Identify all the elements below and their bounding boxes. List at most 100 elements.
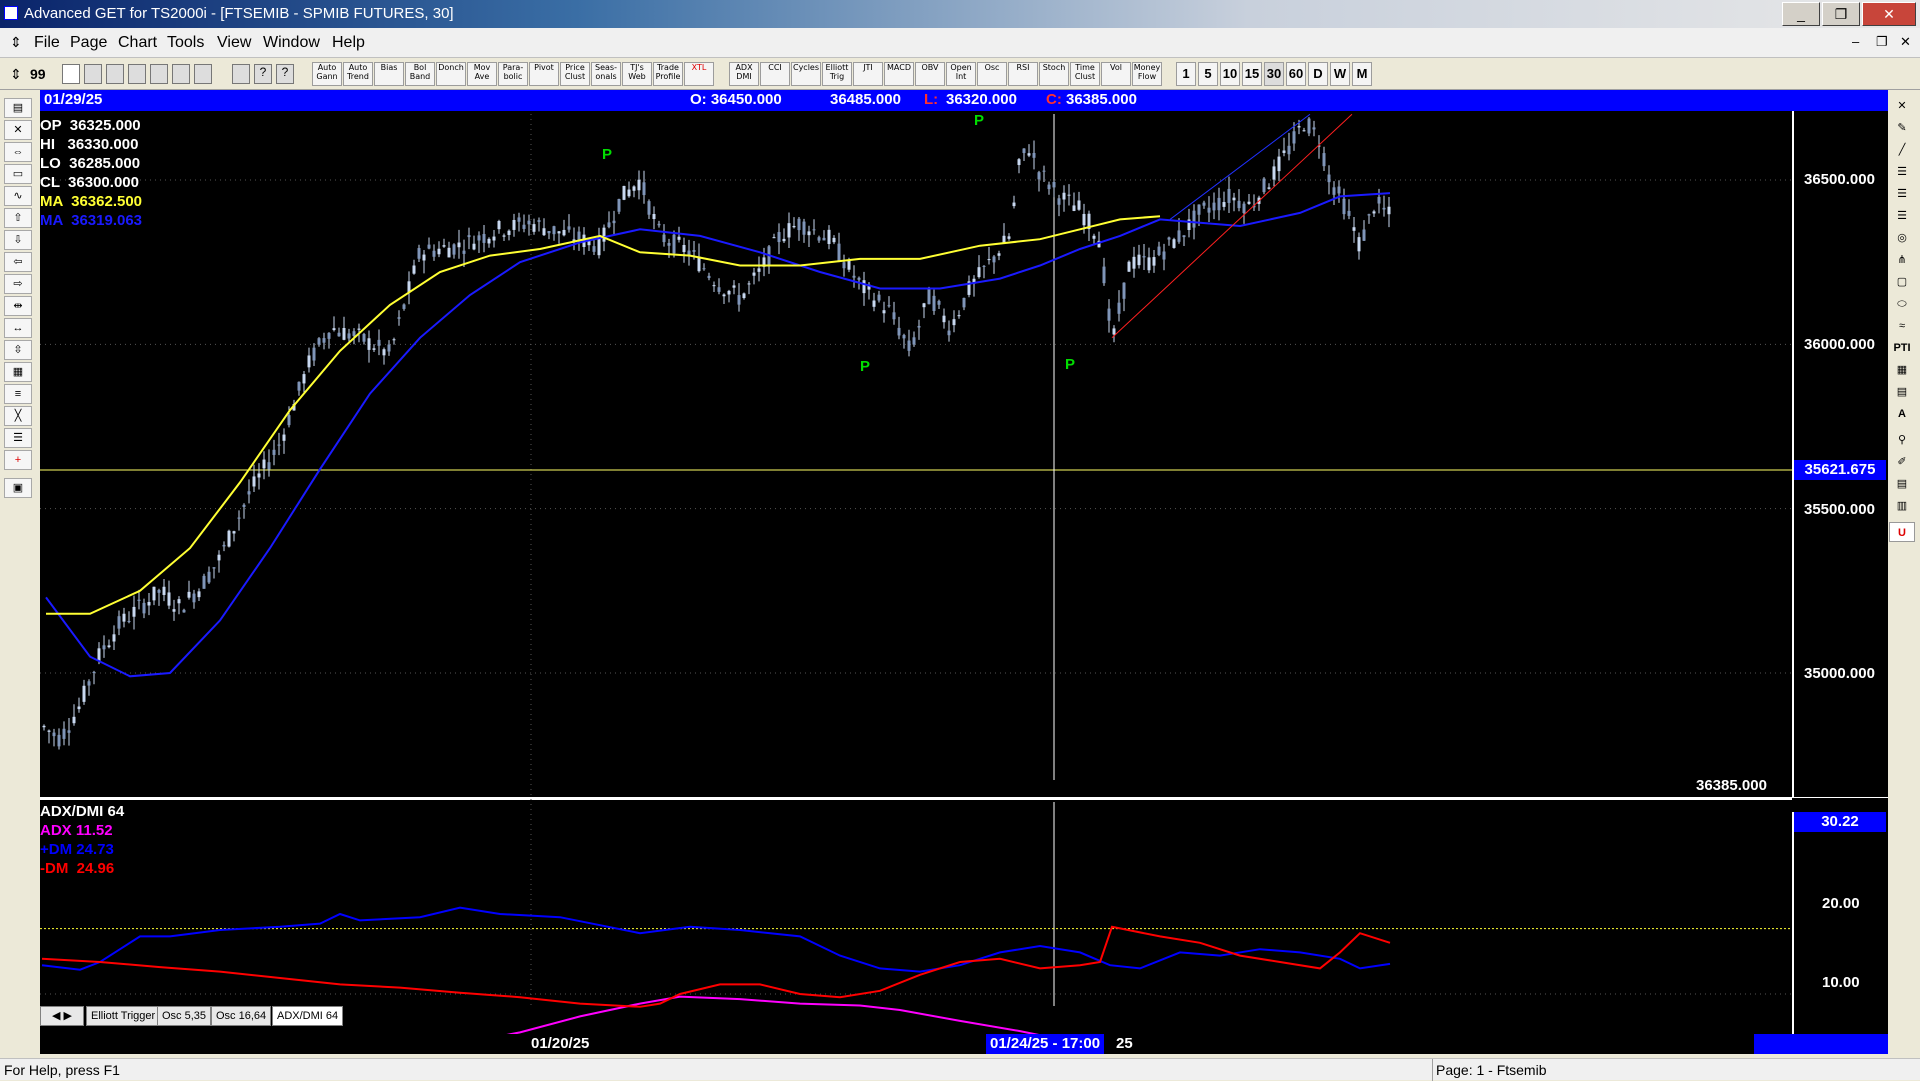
pti-icon[interactable]: PTI [1889,338,1915,358]
compress-icon[interactable]: ⇹ [4,296,32,316]
quote-icon[interactable]: 99 [30,66,46,82]
study-button[interactable]: Bias [374,62,404,86]
menu-view[interactable]: View [217,34,251,52]
study-button[interactable]: Auto Trend [343,62,373,86]
print-icon[interactable] [232,64,250,84]
spiral-icon[interactable]: ◎ [1889,228,1915,248]
interval-button[interactable]: 10 [1220,62,1240,86]
ellipse-icon[interactable]: ⬭ [1889,294,1915,314]
arrow-up-icon[interactable]: ⇧ [4,208,32,228]
study-button[interactable]: Open Int [946,62,976,86]
study-button[interactable]: Auto Gann [312,62,342,86]
menu-window[interactable]: Window [263,34,320,52]
table-icon[interactable]: ▦ [1889,360,1915,380]
mdi-close-icon[interactable]: ✕ [1900,34,1911,50]
tab-elliott-trigger[interactable]: Elliott Trigger [86,1006,161,1026]
expand-icon[interactable]: ↔ [4,318,32,338]
scroll-icon[interactable]: ⇳ [4,340,32,360]
study-button[interactable]: TJ's Web [622,62,652,86]
interval-button[interactable]: 1 [1176,62,1196,86]
study-button[interactable]: Seas-onals [591,62,621,86]
arrow-down-icon[interactable]: ⇩ [4,230,32,250]
back-icon[interactable] [106,64,124,84]
study-button[interactable]: Stoch [1039,62,1069,86]
elliott-icon[interactable]: ∿ [4,186,32,206]
menu-chart[interactable]: Chart [118,34,157,52]
highlighter-icon[interactable]: ✐ [1889,452,1915,472]
text-tool-icon[interactable]: A [1889,404,1915,424]
study-button[interactable]: ADX DMI [729,62,759,86]
study-button[interactable]: Osc [977,62,1007,86]
study-button[interactable]: Bol Band [405,62,435,86]
study-button[interactable]: Money Flow [1132,62,1162,86]
report-icon[interactable]: ▥ [1889,496,1915,516]
study-button[interactable]: XTL [684,62,714,86]
study-button[interactable]: Price Clust [560,62,590,86]
minimize-button[interactable]: _ [1782,2,1820,26]
chart-window[interactable] [40,90,1888,1054]
mob-icon[interactable]: ▤ [1889,382,1915,402]
study-button[interactable]: Para-bolic [498,62,528,86]
tab-osc-5-35[interactable]: Osc 5,35 [157,1006,212,1026]
study-button[interactable]: Elliott Trig [822,62,852,86]
trendline-icon[interactable]: ╱ [1889,140,1915,160]
tab-adx-dmi-64[interactable]: ADX/DMI 64 [272,1006,344,1026]
interval-button[interactable]: 15 [1242,62,1262,86]
interval-button[interactable]: 60 [1286,62,1306,86]
menu-help[interactable]: Help [332,34,365,52]
restore-button[interactable]: ❐ [1822,2,1860,26]
wave-icon[interactable]: ≈ [1889,316,1915,336]
study-button[interactable]: Vol [1101,62,1131,86]
fib-time-icon[interactable]: ☰ [1889,206,1915,226]
fan-icon[interactable]: ⋔ [1889,250,1915,270]
mdi-minimize-icon[interactable]: – [1852,34,1859,49]
lines-icon[interactable]: ≡ [4,384,32,404]
reset-icon[interactable]: ⇔ [4,142,32,162]
context-help-icon[interactable]: ? [276,64,294,84]
grid-icon[interactable] [194,64,212,84]
study-button[interactable]: MACD [884,62,914,86]
study-button[interactable]: Cycles [791,62,821,86]
study-button[interactable]: Mov Ave [467,62,497,86]
interval-button[interactable]: 30 [1264,62,1284,86]
menu-file[interactable]: File [34,34,60,52]
tab-osc-16-64[interactable]: Osc 16,64 [211,1006,272,1026]
study-button[interactable]: RSI [1008,62,1038,86]
interval-button[interactable]: M [1352,62,1372,86]
fib-ret-icon[interactable]: ☰ [1889,162,1915,182]
zoom-icon[interactable]: ⚲ [1889,430,1915,450]
delete-tool-icon[interactable]: ✕ [1889,96,1915,116]
study-button[interactable]: Pivot [529,62,559,86]
gann-tool-icon[interactable]: ✕ [4,120,32,140]
interval-button[interactable]: D [1308,62,1328,86]
crosshair-icon[interactable]: + [4,450,32,470]
open-folder-icon[interactable]: ▤ [4,98,32,118]
chart-canvas[interactable] [40,90,1888,1054]
arrow-right-icon[interactable]: ⇨ [4,274,32,294]
gann-icon[interactable]: ╳ [4,406,32,426]
arrow-left-icon[interactable]: ⇦ [4,252,32,272]
tab-scroll-arrows[interactable]: ◀ ▶ [40,1006,84,1026]
tile-icon[interactable] [150,64,168,84]
interval-button[interactable]: W [1330,62,1350,86]
study-icon[interactable]: ▭ [4,164,32,184]
close-button[interactable]: ✕ [1862,2,1916,26]
new-page-icon[interactable] [62,64,80,84]
pencil-icon[interactable]: ✎ [1889,118,1915,138]
copy-page-icon[interactable] [84,64,102,84]
fib-ext-icon[interactable]: ☰ [1889,184,1915,204]
interval-button[interactable]: 5 [1198,62,1218,86]
forward-icon[interactable] [128,64,146,84]
menu-tools[interactable]: Tools [167,34,204,52]
study-button[interactable]: Time Clust [1070,62,1100,86]
magnet-icon[interactable]: U [1889,522,1915,542]
study-button[interactable]: OBV [915,62,945,86]
study-button[interactable]: Trade Profile [653,62,683,86]
menu-page[interactable]: Page [70,34,107,52]
erase-icon[interactable] [172,64,190,84]
study-button[interactable]: CCI [760,62,790,86]
calculator-icon[interactable]: ▣ [4,478,32,498]
help-icon[interactable]: ? [254,64,272,84]
study-button[interactable]: Donch [436,62,466,86]
grid-tool-icon[interactable]: ▦ [4,362,32,382]
